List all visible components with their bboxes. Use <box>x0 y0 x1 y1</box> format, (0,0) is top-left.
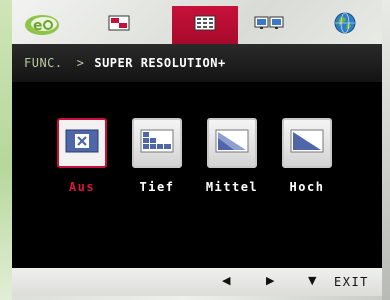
option-hoch-button[interactable] <box>282 118 332 168</box>
menu-tab-bar: e <box>12 6 382 44</box>
option-label-aus: Aus <box>68 180 96 194</box>
tab-language[interactable] <box>312 6 378 44</box>
grid-menu-icon <box>194 15 216 35</box>
medium-resolution-icon <box>215 129 249 157</box>
option-tief-button[interactable] <box>132 118 182 168</box>
high-resolution-icon <box>290 129 324 157</box>
tab-function[interactable] <box>172 6 238 44</box>
exit-button[interactable]: EXIT <box>334 275 369 289</box>
low-resolution-icon <box>140 129 174 157</box>
frame-right-edge <box>382 0 390 300</box>
svg-text:e: e <box>33 18 43 34</box>
osd-panel: FUNC. > SUPER RESOLUTION+ Aus Tief Mitte… <box>12 44 382 268</box>
page-title: SUPER RESOLUTION+ <box>94 56 226 70</box>
option-mittel-button[interactable] <box>207 118 257 168</box>
left-arrow-icon[interactable]: ◀ <box>222 274 230 287</box>
option-label-tief: Tief <box>139 180 175 194</box>
option-label-hoch: Hoch <box>289 180 325 194</box>
globe-icon <box>333 11 357 39</box>
control-bar: ◀ ▶ ▼ EXIT <box>12 268 382 296</box>
breadcrumb-root[interactable]: FUNC. <box>24 56 63 70</box>
breadcrumb: FUNC. > SUPER RESOLUTION+ <box>12 44 382 82</box>
option-aus-button[interactable] <box>57 118 107 168</box>
right-arrow-icon[interactable]: ▶ <box>266 274 274 287</box>
dual-display-icon <box>254 15 284 35</box>
breadcrumb-separator: > <box>76 56 85 70</box>
option-label-mittel: Mittel <box>205 180 259 194</box>
tab-picture[interactable] <box>86 6 152 44</box>
frame-left-edge <box>0 0 12 300</box>
eco-leaf-icon[interactable]: e <box>24 13 60 37</box>
down-arrow-icon[interactable]: ▼ <box>308 274 316 287</box>
tab-dual-display[interactable] <box>236 6 302 44</box>
picture-icon <box>108 15 130 35</box>
off-x-icon <box>65 129 99 157</box>
